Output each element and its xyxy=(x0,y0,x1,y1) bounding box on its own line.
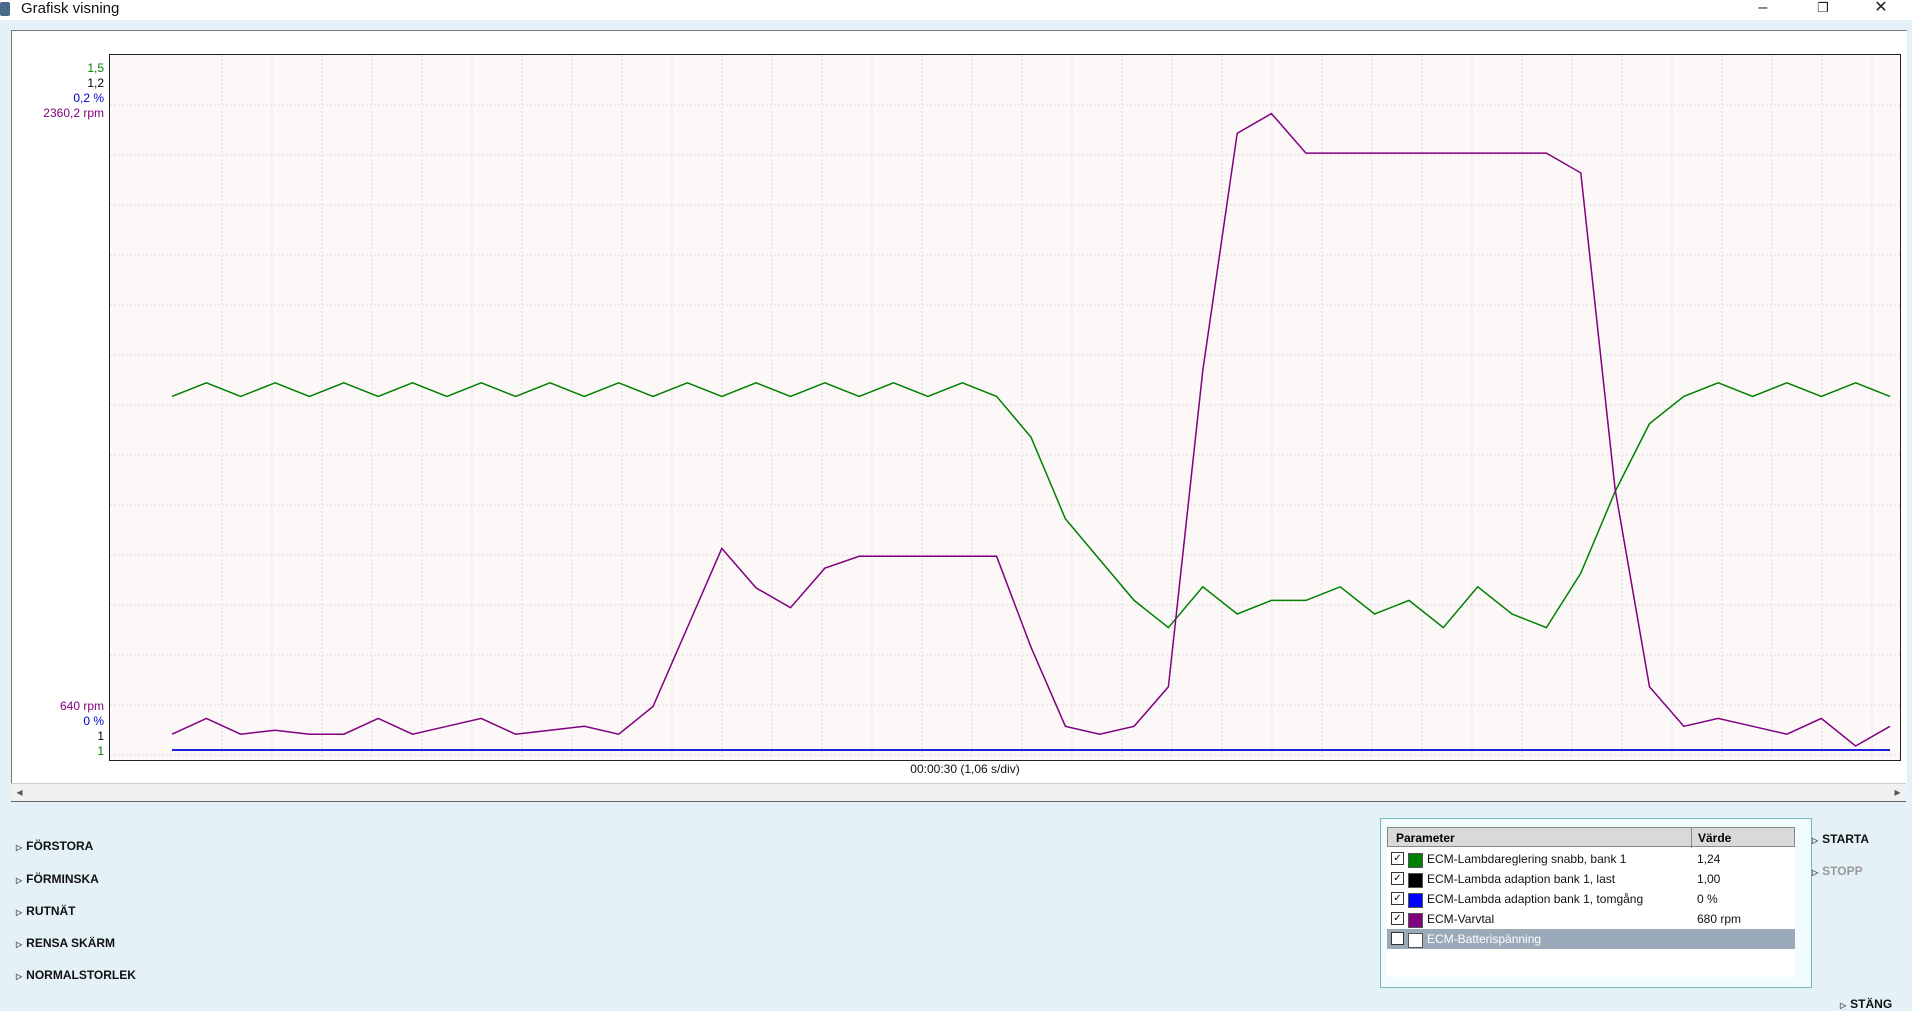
y-axis-label-top-0: 1,5 xyxy=(87,61,104,75)
zoom-out-button[interactable]: ▷ FÖRMINSKA xyxy=(16,872,99,886)
y-axis-label-bottom-3: 1 xyxy=(97,744,104,758)
start-button[interactable]: ▷ STARTA xyxy=(1812,832,1869,846)
minimize-button[interactable]: – xyxy=(1740,0,1786,20)
color-swatch xyxy=(1408,933,1423,948)
legend-parameter-name: ECM-Batterispänning xyxy=(1427,932,1542,946)
color-swatch xyxy=(1408,873,1423,888)
close-label: STÄNG xyxy=(1850,997,1893,1011)
legend-value: 680 rpm xyxy=(1697,912,1742,926)
color-swatch xyxy=(1408,853,1423,868)
zoom-out-label: FÖRMINSKA xyxy=(26,872,99,886)
clear-screen-button[interactable]: ▷ RENSA SKÄRM xyxy=(16,936,115,950)
close-window-button[interactable]: ✕ xyxy=(1858,0,1904,20)
chevron-right-icon: ▷ xyxy=(16,908,23,917)
legend-row[interactable]: ECM-Batterispänning xyxy=(1387,929,1795,949)
stop-button[interactable]: ▷ STOPP xyxy=(1812,864,1863,878)
chevron-right-icon: ▷ xyxy=(16,940,23,949)
stop-label: STOPP xyxy=(1822,864,1863,878)
legend-checkbox[interactable]: ✓ xyxy=(1391,892,1404,905)
restore-button[interactable]: ❐ xyxy=(1800,0,1846,20)
chevron-right-icon: ▷ xyxy=(16,843,23,852)
normal-size-label: NORMALSTORLEK xyxy=(26,968,136,982)
chevron-right-icon: ▷ xyxy=(16,876,23,885)
legend-checkbox[interactable]: ✓ xyxy=(1391,852,1404,865)
chevron-right-icon: ▷ xyxy=(16,972,23,981)
close-button[interactable]: ▷ STÄNG xyxy=(1840,997,1892,1011)
y-axis-label-top-1: 1,2 xyxy=(87,76,104,90)
chevron-right-icon: ▷ xyxy=(1812,868,1819,877)
grid-button[interactable]: ▷ RUTNÄT xyxy=(16,904,75,918)
grid-label: RUTNÄT xyxy=(26,904,76,918)
header-value: Värde xyxy=(1698,831,1732,845)
color-swatch xyxy=(1408,893,1423,908)
legend-parameter-name: ECM-Varvtal xyxy=(1427,912,1495,926)
parameter-legend-panel: Parameter Värde ✓ ECM-Lambdareglering sna… xyxy=(1380,818,1812,988)
scroll-left-arrow[interactable]: ◂ xyxy=(11,784,28,801)
title-bar: Grafisk visning – ❐ ✕ xyxy=(0,0,1912,20)
zoom-in-button[interactable]: ▷ FÖRSTORA xyxy=(16,839,93,853)
legend-value: 1,00 xyxy=(1697,872,1721,886)
scroll-right-arrow[interactable]: ▸ xyxy=(1889,784,1906,801)
legend-row[interactable]: ✓ ECM-Lambdareglering snabb, bank 1 1,24 xyxy=(1387,849,1795,869)
legend-checkbox[interactable]: ✓ xyxy=(1391,912,1404,925)
y-axis-label-top-2: 0,2 % xyxy=(73,91,104,105)
line-chart xyxy=(110,55,1900,760)
start-label: STARTA xyxy=(1822,832,1870,846)
color-swatch xyxy=(1408,913,1423,928)
legend-parameter-name: ECM-Lambda adaption bank 1, tomgång xyxy=(1427,892,1644,906)
y-axis-label-top-3: 2360,2 rpm xyxy=(43,106,104,120)
clear-screen-label: RENSA SKÄRM xyxy=(26,936,116,950)
legend-parameter-name: ECM-Lambda adaption bank 1, last xyxy=(1427,872,1616,886)
normal-size-button[interactable]: ▷ NORMALSTORLEK xyxy=(16,968,136,982)
chevron-right-icon: ▷ xyxy=(1840,1001,1847,1010)
legend-parameter-name: ECM-Lambdareglering snabb, bank 1 xyxy=(1427,852,1627,866)
header-parameter: Parameter xyxy=(1396,831,1455,845)
legend-value: 1,24 xyxy=(1697,852,1721,866)
plot-area[interactable] xyxy=(109,54,1901,761)
app-icon xyxy=(0,2,10,16)
window-title: Grafisk visning xyxy=(21,0,120,17)
parameter-table: Parameter Värde ✓ ECM-Lambdareglering sna… xyxy=(1387,827,1795,977)
legend-checkbox[interactable] xyxy=(1391,932,1404,945)
series-line-3 xyxy=(171,112,1891,747)
legend-row[interactable]: ✓ ECM-Lambda adaption bank 1, tomgång 0 % xyxy=(1387,889,1795,909)
y-axis-label-bottom-2: 1 xyxy=(97,729,104,743)
zoom-in-label: FÖRSTORA xyxy=(26,839,94,853)
legend-checkbox[interactable]: ✓ xyxy=(1391,872,1404,885)
legend-row[interactable]: ✓ ECM-Lambda adaption bank 1, last 1,00 xyxy=(1387,869,1795,889)
legend-row[interactable]: ✓ ECM-Varvtal 680 rpm xyxy=(1387,909,1795,929)
table-header: Parameter Värde xyxy=(1387,827,1795,848)
y-axis-label-bottom-1: 0 % xyxy=(83,714,104,728)
y-axis-label-bottom-0: 640 rpm xyxy=(59,699,104,713)
legend-value: 0 % xyxy=(1697,892,1718,906)
chevron-right-icon: ▷ xyxy=(1812,836,1819,845)
horizontal-scrollbar[interactable]: ◂ ▸ xyxy=(11,783,1906,802)
x-axis-label: 00:00:30 (1,06 s/div) xyxy=(910,762,1020,776)
